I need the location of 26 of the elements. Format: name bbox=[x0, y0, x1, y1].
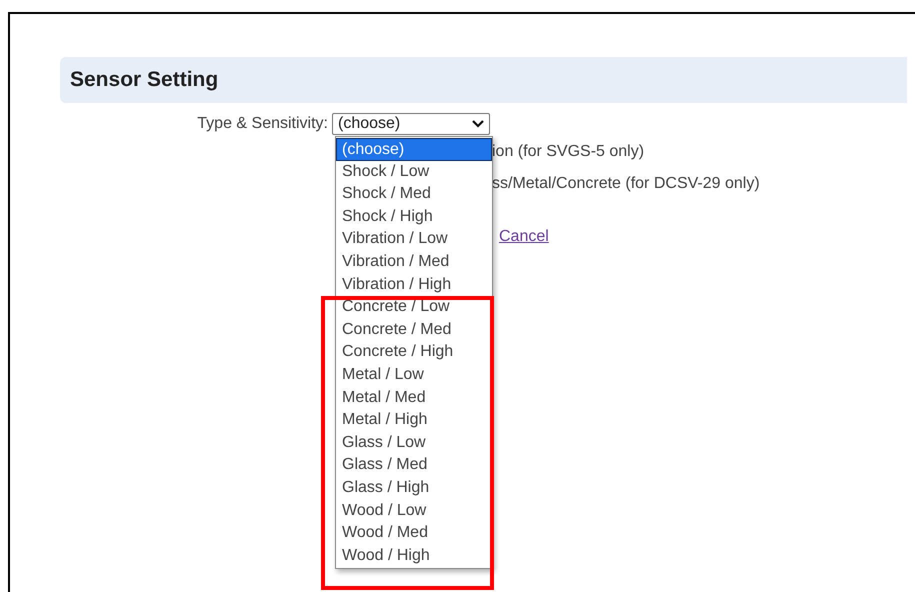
dropdown-option[interactable]: Metal / Low bbox=[336, 364, 492, 387]
dropdown-option[interactable]: Glass / Med bbox=[336, 454, 492, 477]
dropdown-option[interactable]: (choose) bbox=[336, 138, 492, 161]
dropdown-option[interactable]: Glass / High bbox=[336, 476, 492, 500]
cancel-link[interactable]: Cancel bbox=[499, 226, 549, 248]
option-description: ion (for SVGS-5 only) bbox=[492, 142, 646, 162]
dropdown-option[interactable]: Shock / High bbox=[336, 206, 492, 228]
dropdown-option[interactable]: Concrete / High bbox=[336, 341, 492, 364]
dropdown-option[interactable]: Shock / Low bbox=[336, 160, 492, 184]
option-description: ss/Metal/Concrete (for DCSV-29 only) bbox=[492, 174, 761, 194]
section-title: Sensor Setting bbox=[70, 67, 218, 94]
dropdown-option[interactable]: Vibration / High bbox=[336, 274, 492, 296]
dropdown-option[interactable]: Wood / High bbox=[336, 544, 492, 568]
dropdown-option[interactable]: Metal / High bbox=[336, 409, 492, 432]
dropdown-option[interactable]: Concrete / Med bbox=[336, 318, 492, 342]
dropdown-option[interactable]: Shock / Med bbox=[336, 183, 492, 206]
type-sensitivity-dropdown[interactable]: (choose) bbox=[332, 113, 490, 135]
dropdown-option[interactable]: Wood / Med bbox=[336, 522, 492, 545]
dropdown-option[interactable]: Wood / Low bbox=[336, 500, 492, 522]
dropdown-option[interactable]: Concrete / Low bbox=[336, 296, 492, 319]
dropdown-option[interactable]: Glass / Low bbox=[336, 432, 492, 454]
dropdown-option[interactable]: Vibration / Med bbox=[336, 250, 492, 274]
chevron-down-icon bbox=[472, 120, 484, 128]
field-label: Type & Sensitivity: bbox=[196, 114, 329, 134]
dropdown-option[interactable]: Vibration / Low bbox=[336, 228, 492, 251]
dropdown-option[interactable]: Metal / Med bbox=[336, 386, 492, 410]
